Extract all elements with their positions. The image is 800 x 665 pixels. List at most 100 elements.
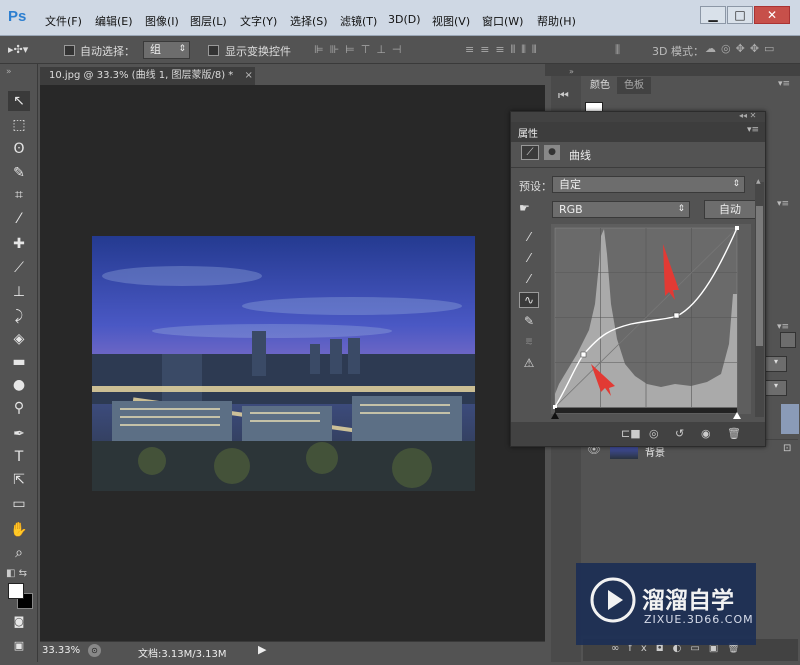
move-tool-preset-icon[interactable]: ▸✣▾	[8, 43, 28, 56]
type-tool-icon[interactable]: T	[8, 447, 30, 467]
eraser-tool-icon[interactable]: ◈	[8, 329, 30, 349]
menu-layer[interactable]: 图层(L)	[190, 13, 227, 29]
stamp-tool-icon[interactable]: ⊥	[8, 282, 30, 302]
properties-footer: ⊏■ ◎ ↺ ◉ 🗑	[511, 422, 765, 446]
preset-label: 预设：	[519, 180, 552, 193]
shape-tool-icon[interactable]: ▭	[8, 494, 30, 514]
menu-image[interactable]: 图像(I)	[145, 13, 179, 29]
menu-3d[interactable]: 3D(D)	[388, 13, 421, 26]
menu-view[interactable]: 视图(V)	[432, 13, 470, 29]
visibility-icon[interactable]: ◉	[701, 427, 711, 440]
screen-mode-icon[interactable]: ▣	[8, 636, 30, 656]
smooth-curve-icon[interactable]: ⩳	[519, 334, 539, 350]
marquee-tool-icon[interactable]: ⬚	[8, 115, 30, 135]
menu-filter[interactable]: 滤镜(T)	[340, 13, 377, 29]
adjust-panel-menu-icon[interactable]: ▾≡	[777, 199, 789, 209]
fill-arrow-icon[interactable]: ▾	[765, 380, 787, 396]
distribute-icons[interactable]: ≡≡≡⫴⫴⫴	[465, 43, 543, 57]
move-tool-icon[interactable]: ↖	[8, 91, 30, 111]
preset-dropdown[interactable]: 自定 ⇕	[552, 176, 745, 193]
reset-icon[interactable]: ↺	[675, 427, 684, 440]
opacity-arrow-icon[interactable]: ▾	[765, 356, 787, 372]
quick-mask-icon[interactable]: ◙	[8, 612, 30, 632]
crop-tool-icon[interactable]: ⌗	[8, 185, 30, 205]
show-transform-label: 显示变换控件	[225, 45, 291, 58]
scroll-thumb[interactable]	[756, 206, 763, 346]
zoom-tool-icon[interactable]: ⌕	[8, 543, 30, 563]
mask-icon[interactable]: ●	[544, 145, 560, 160]
layer-lock-icon: ⊡	[783, 443, 792, 454]
clipping-warning-icon[interactable]: ⚠	[519, 356, 539, 372]
black-point-eyedropper-icon[interactable]: ⁄	[519, 230, 539, 246]
menu-select[interactable]: 选择(S)	[290, 13, 328, 29]
view-previous-icon[interactable]: ◎	[649, 427, 659, 440]
dock-collapse-icon[interactable]: »	[569, 67, 574, 76]
menu-type[interactable]: 文字(Y)	[240, 13, 277, 29]
gradient-tool-icon[interactable]: ▬	[8, 352, 30, 372]
white-point-eyedropper-icon[interactable]: ⁄	[519, 272, 539, 288]
brush-tool-icon[interactable]: ⟋	[8, 258, 30, 278]
curve-point-tool-icon[interactable]: ∿	[519, 292, 539, 308]
gray-point-eyedropper-icon[interactable]: ⁄	[519, 251, 539, 267]
healing-tool-icon[interactable]: ✚	[8, 234, 30, 254]
auto-select-dropdown[interactable]: 组 ⇕	[143, 41, 190, 59]
auto-align-icon[interactable]: ⫼	[615, 43, 620, 57]
blur-tool-icon[interactable]: ●	[8, 375, 30, 395]
menu-bar: Ps 文件(F) 编辑(E) 图像(I) 图层(L) 文字(Y) 选择(S) 滤…	[0, 0, 800, 36]
target-adjust-hand-icon[interactable]: ☛	[519, 201, 530, 215]
menu-help[interactable]: 帮助(H)	[537, 13, 576, 29]
hand-tool-icon[interactable]: ✋	[8, 520, 30, 540]
properties-collapse-icon[interactable]: ◂◂ ✕	[739, 111, 756, 120]
layer-selected-strip	[781, 404, 799, 434]
path-select-tool-icon[interactable]: ⇱	[8, 470, 30, 490]
eyedropper-tool-icon[interactable]: ⁄	[8, 209, 30, 229]
dodge-tool-icon[interactable]: ⚲	[8, 398, 30, 418]
history-brush-tool-icon[interactable]: ⤸	[8, 306, 30, 326]
color-panel-menu-icon[interactable]: ▾≡	[778, 79, 790, 89]
layers-panel-menu-icon[interactable]: ▾≡	[777, 322, 789, 332]
auto-button[interactable]: 自动	[704, 200, 756, 219]
photoshop-logo: Ps	[8, 8, 27, 25]
lasso-tool-icon[interactable]: ʘ	[8, 139, 30, 159]
curves-input-sliders[interactable]	[551, 412, 751, 420]
quick-select-tool-icon[interactable]: ✎	[8, 163, 30, 183]
curves-adjust-icon[interactable]: ⟋	[521, 145, 539, 160]
pencil-draw-icon[interactable]: ✎	[519, 314, 539, 330]
auto-select-checkbox[interactable]	[64, 45, 75, 56]
color-tab[interactable]: 颜色	[583, 77, 617, 94]
status-bar: 33.33% ⊙ 文档:3.13M/3.13M ▶	[40, 641, 545, 661]
toolbox-collapse-icon[interactable]: »	[6, 67, 12, 77]
properties-title[interactable]: 属性	[518, 125, 538, 140]
show-transform-checkbox[interactable]	[208, 45, 219, 56]
curves-graph[interactable]	[551, 224, 751, 414]
close-button[interactable]: ✕	[754, 6, 790, 24]
auto-select-label: 自动选择：	[80, 45, 135, 58]
scroll-up-icon[interactable]: ▲	[756, 178, 763, 188]
foreground-color-swatch[interactable]	[8, 583, 24, 599]
watermark: 溜溜自学 ZIXUE.3D66.COM	[576, 563, 756, 645]
document-tab-close-icon[interactable]: ×	[244, 70, 252, 81]
menu-window[interactable]: 窗口(W)	[482, 13, 523, 29]
properties-tab-row: 属性 ▾≡	[511, 122, 765, 142]
pen-tool-icon[interactable]: ✒	[8, 424, 30, 444]
zoom-level[interactable]: 33.33%	[42, 645, 80, 656]
3d-mode-icons[interactable]: ☁◎✥✥▭	[705, 42, 779, 55]
status-menu-arrow-icon[interactable]: ▶	[258, 643, 266, 656]
clip-to-layer-icon[interactable]: ⊏■	[621, 427, 641, 440]
history-icon[interactable]: ⏮	[558, 88, 569, 103]
properties-menu-icon[interactable]: ▾≡	[747, 125, 759, 135]
minimize-button[interactable]: ▁	[700, 6, 726, 24]
delete-icon[interactable]: 🗑	[727, 427, 741, 440]
maximize-button[interactable]: □	[727, 6, 753, 24]
properties-scrollbar[interactable]: ▲	[755, 178, 764, 417]
swatches-tab[interactable]: 色板	[617, 77, 651, 94]
layers-lock-box[interactable]	[780, 332, 796, 348]
channel-dropdown[interactable]: RGB ⇕	[552, 201, 690, 218]
menu-edit[interactable]: 编辑(E)	[95, 13, 133, 29]
status-info-icon[interactable]: ⊙	[88, 644, 101, 657]
channel-value: RGB	[559, 203, 583, 216]
menu-file[interactable]: 文件(F)	[45, 13, 82, 29]
align-icons[interactable]: ⊫⊪⊨⊤⊥⊣	[314, 43, 408, 56]
default-colors-icon[interactable]: ◧ ⇆	[6, 568, 27, 579]
document-tab[interactable]: 10.jpg @ 33.3% (曲线 1, 图层蒙版/8) * ×	[40, 67, 255, 85]
